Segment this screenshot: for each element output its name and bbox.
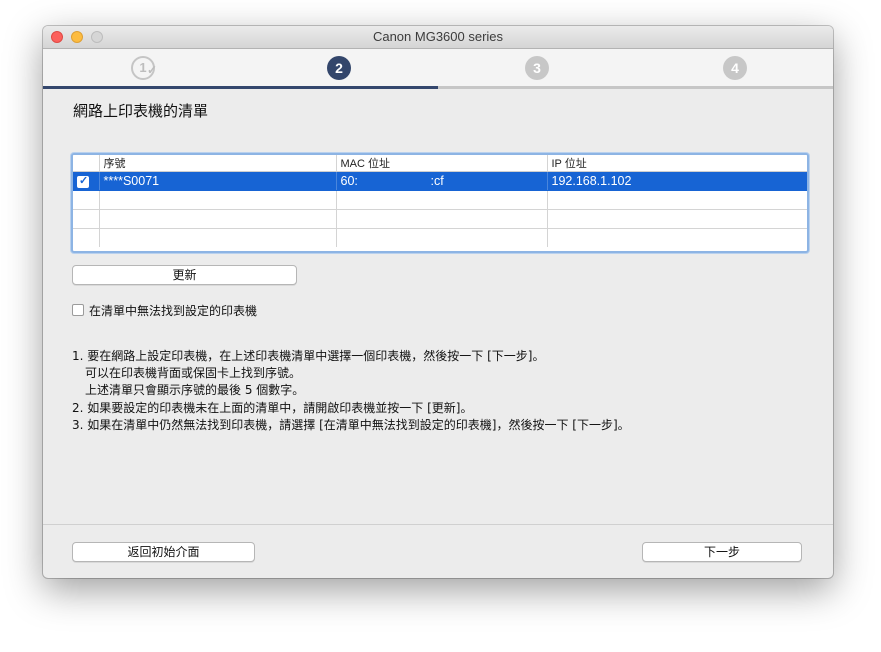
mac-suffix: :cf bbox=[430, 174, 444, 188]
checkmark-icon: ✓ bbox=[147, 63, 158, 77]
footer-divider bbox=[43, 524, 833, 525]
column-header-select bbox=[73, 155, 100, 172]
table-row[interactable]: ✓ ****S0071 60: :cf 192.168.1.102 bbox=[73, 171, 807, 191]
column-header-mac[interactable]: MAC 位址 bbox=[336, 155, 548, 172]
instructions: 1. 要在網路上設定印表機，在上述印表機清單中選擇一個印表機，然後按一下 [下一… bbox=[72, 348, 630, 434]
step-4: 4 bbox=[723, 56, 747, 80]
back-to-start-button[interactable]: 返回初始介面 bbox=[72, 542, 255, 562]
step-1-label: 1 bbox=[139, 60, 147, 75]
progress-track bbox=[43, 86, 833, 89]
installer-window: Canon MG3600 series 1 ✓ 2 3 4 網路上印表機的清單 … bbox=[43, 26, 833, 578]
title-bar: Canon MG3600 series bbox=[43, 26, 833, 49]
mac-prefix: 60: bbox=[340, 174, 358, 188]
printer-list-table[interactable]: 序號 MAC 位址 IP 位址 ✓ ****S0071 60: :cf 192.1… bbox=[71, 153, 809, 253]
progress-fill bbox=[43, 86, 438, 89]
column-header-serial[interactable]: 序號 bbox=[99, 155, 337, 172]
step-1-done: 1 ✓ bbox=[131, 56, 158, 80]
table-row-empty bbox=[73, 209, 807, 229]
table-row-empty bbox=[73, 228, 807, 247]
row-checkbox[interactable]: ✓ bbox=[77, 174, 89, 188]
printer-not-found-checkbox[interactable] bbox=[72, 304, 84, 316]
column-header-ip[interactable]: IP 位址 bbox=[547, 155, 807, 172]
step-2-active: 2 bbox=[327, 56, 351, 80]
window-title: Canon MG3600 series bbox=[372, 29, 504, 44]
refresh-button[interactable]: 更新 bbox=[72, 265, 297, 285]
step-indicator: 1 ✓ 2 3 4 bbox=[43, 49, 833, 89]
instruction-line: 3. 如果在清單中仍然無法找到印表機，請選擇 [在清單中無法找到設定的印表機]，… bbox=[72, 417, 630, 432]
checkmark-icon: ✓ bbox=[79, 174, 89, 187]
next-button[interactable]: 下一步 bbox=[642, 542, 802, 562]
instruction-line: 2. 如果要設定的印表機未在上面的清單中，請開啟印表機並按一下 [更新]。 bbox=[72, 400, 473, 415]
serial-cell: ****S0071 bbox=[99, 171, 337, 191]
ip-cell: 192.168.1.102 bbox=[547, 171, 807, 191]
step-3: 3 bbox=[525, 56, 549, 80]
printer-not-found-label: 在清單中無法找到設定的印表機 bbox=[89, 304, 258, 318]
printer-not-found-option[interactable]: 在清單中無法找到設定的印表機 bbox=[72, 302, 257, 319]
instruction-line: 上述清單只會顯示序號的最後 5 個數字。 bbox=[85, 383, 305, 398]
instruction-line: 1. 要在網路上設定印表機，在上述印表機清單中選擇一個印表機，然後按一下 [下一… bbox=[72, 349, 545, 363]
page-title: 網路上印表機的清單 bbox=[73, 102, 209, 120]
instruction-line: 可以在印表機背面或保固卡上找到序號。 bbox=[85, 366, 302, 381]
table-row-empty bbox=[73, 190, 807, 210]
table-header: 序號 MAC 位址 IP 位址 bbox=[73, 155, 807, 172]
mac-cell: 60: :cf bbox=[336, 171, 548, 191]
row-checkbox-cell[interactable]: ✓ bbox=[73, 171, 100, 191]
